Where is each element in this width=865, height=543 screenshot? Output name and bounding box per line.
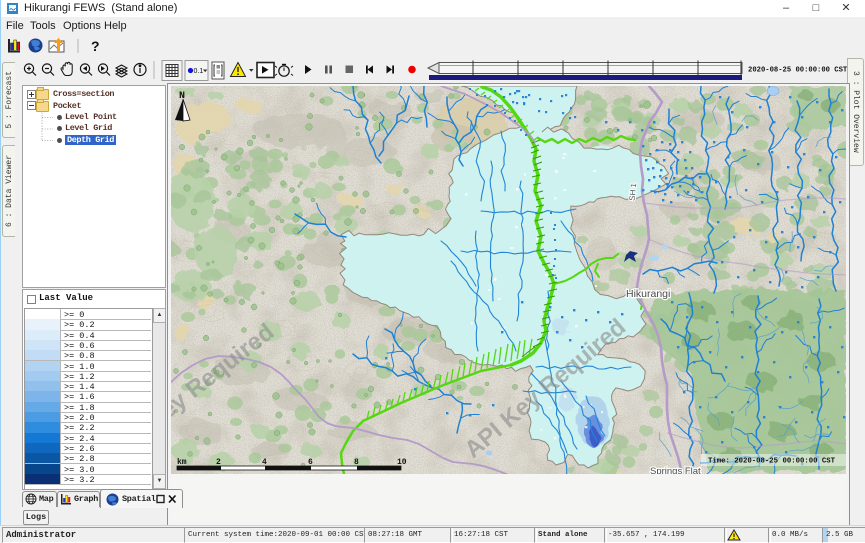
svg-text:Hikurangi: Hikurangi — [626, 288, 670, 300]
svg-text:2020-08-25 00:00:00 CST: 2020-08-25 00:00:00 CST — [748, 67, 848, 75]
svg-text:N: N — [179, 91, 185, 102]
svg-text:SH 1: SH 1 — [628, 182, 639, 201]
svg-text:?: ? — [91, 38, 100, 54]
svg-text:Time: 2020-08-25 00:00:00 CST: Time: 2020-08-25 00:00:00 CST — [708, 458, 836, 466]
svg-text:Springs Flat: Springs Flat — [650, 466, 701, 474]
svg-text:0.1: 0.1 — [194, 68, 204, 75]
